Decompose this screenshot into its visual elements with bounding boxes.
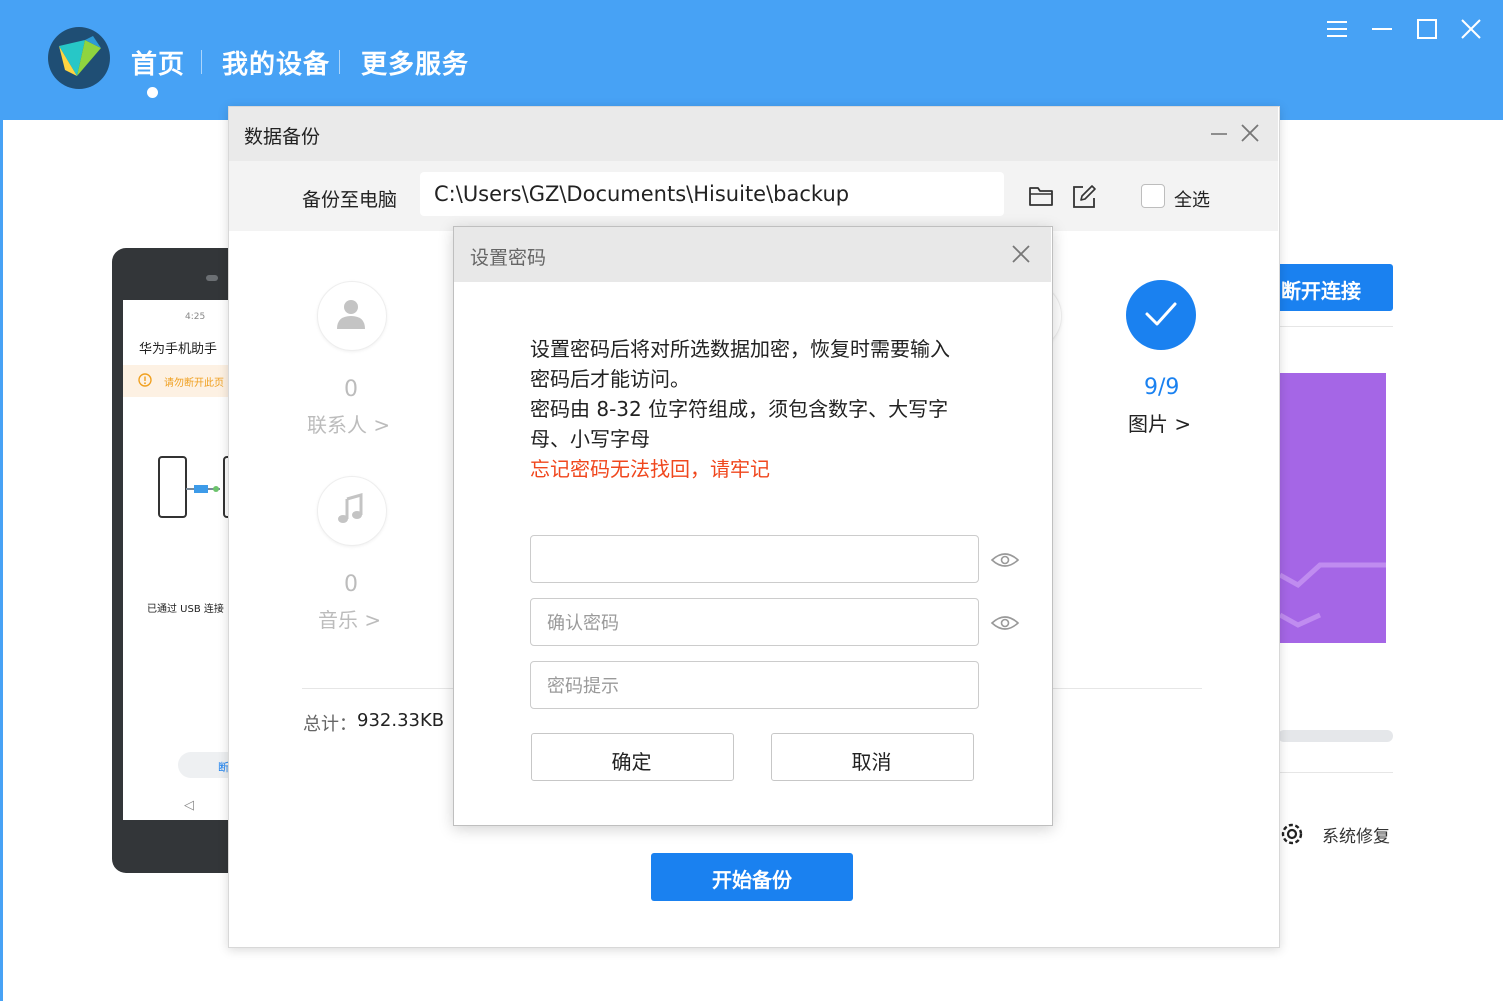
nav-home[interactable]: 首页	[131, 44, 185, 81]
menu-icon[interactable]	[1324, 16, 1350, 42]
ok-button-label: 确定	[611, 750, 652, 774]
backup-dialog-title: 数据备份	[244, 126, 321, 148]
phone-usb-status: 已通过 USB 连接	[147, 604, 224, 615]
nav-separator	[201, 50, 202, 74]
divider	[1278, 772, 1393, 773]
minimize-icon[interactable]	[1209, 124, 1229, 144]
minimize-icon[interactable]	[1369, 16, 1395, 42]
password-description-line: 母、小写字母	[530, 427, 650, 451]
disconnect-button-label: 断开连接	[1281, 279, 1361, 303]
nav-more-services[interactable]: 更多服务	[361, 44, 469, 81]
pictures-label[interactable]: 图片 >	[1128, 408, 1191, 437]
phone-warning-text: 请勿断开此页	[164, 378, 224, 389]
phone-app-title: 华为手机助手	[139, 342, 218, 357]
progress-track	[1278, 730, 1393, 742]
nav-separator	[339, 50, 340, 74]
window-border	[0, 120, 3, 1001]
cancel-button-label: 取消	[851, 750, 892, 774]
backup-path-value: C:\Users\GZ\Documents\Hisuite\backup	[434, 182, 850, 206]
contacts-label[interactable]: 联系人 >	[307, 409, 390, 438]
confirm-password-placeholder: 确认密码	[547, 613, 619, 634]
password-dialog-title: 设置密码	[470, 247, 547, 269]
password-description-line: 设置密码后将对所选数据加密，恢复时需要输入	[530, 337, 950, 361]
close-icon[interactable]	[1010, 243, 1032, 265]
maximize-icon[interactable]	[1414, 16, 1440, 42]
pictures-count: 9/9	[1144, 375, 1180, 400]
hisuite-logo-icon	[48, 27, 110, 89]
folder-icon[interactable]	[1028, 185, 1054, 207]
phone-speaker	[206, 275, 218, 281]
total-size: 932.33KB	[357, 710, 445, 731]
backup-dialog-titlebar	[229, 107, 1278, 161]
close-icon[interactable]	[1458, 16, 1484, 42]
person-icon	[337, 300, 365, 329]
password-input[interactable]	[530, 535, 979, 583]
divider	[1278, 326, 1393, 327]
warning-icon	[138, 373, 152, 387]
eye-icon[interactable]	[990, 549, 1020, 571]
music-label[interactable]: 音乐 >	[318, 604, 381, 633]
phone-status-time: 4:25	[185, 312, 206, 322]
password-hint-placeholder: 密码提示	[547, 676, 619, 697]
card-decoration	[1278, 562, 1386, 628]
check-icon	[1145, 302, 1177, 326]
system-repair-link[interactable]: 系统修复	[1322, 822, 1390, 847]
active-nav-indicator	[147, 87, 158, 98]
backup-path-label: 备份至电脑	[302, 189, 398, 211]
start-backup-label: 开始备份	[712, 868, 792, 892]
total-label: 总计：	[303, 714, 357, 735]
password-description-line: 密码由 8-32 位字符组成，须包含数字、大写字	[530, 397, 949, 421]
music-note-icon	[338, 493, 363, 523]
select-all-checkbox[interactable]	[1141, 184, 1165, 208]
eye-icon[interactable]	[990, 612, 1020, 634]
contacts-count: 0	[344, 377, 358, 402]
select-all-label: 全选	[1174, 190, 1210, 211]
password-description-line: 密码后才能访问。	[530, 367, 690, 391]
nav-my-devices[interactable]: 我的设备	[222, 44, 330, 81]
phone-back-icon: ◁	[184, 798, 194, 813]
edit-icon[interactable]	[1071, 184, 1097, 210]
close-icon[interactable]	[1239, 122, 1261, 144]
music-count: 0	[344, 572, 358, 597]
password-warning: 忘记密码无法找回，请牢记	[530, 457, 770, 481]
gear-icon[interactable]	[1278, 820, 1306, 848]
